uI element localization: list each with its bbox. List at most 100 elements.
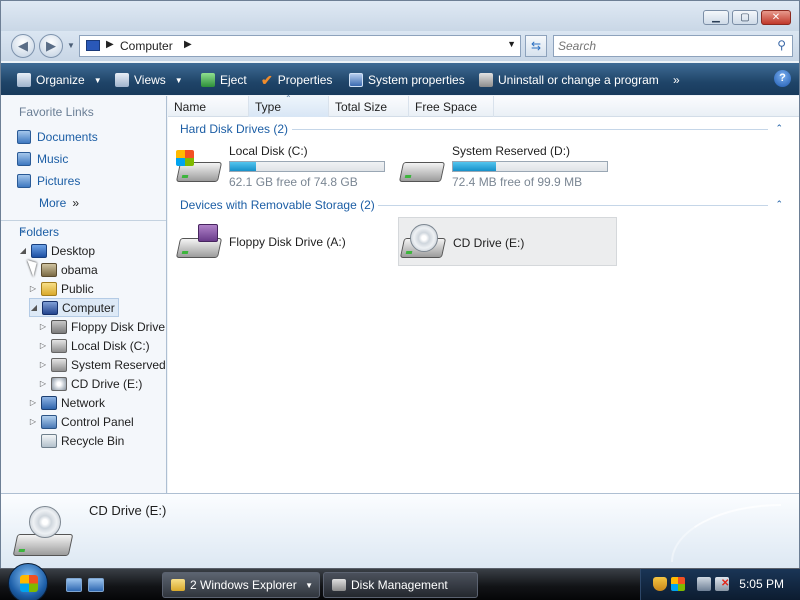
collapsed-arrow-icon[interactable]: ▷	[29, 417, 37, 426]
system-tray: ✕ 5:05 PM	[640, 569, 800, 600]
cd-drive-icon	[399, 224, 447, 262]
checkmark-icon: ✔	[261, 71, 273, 88]
system-properties-button[interactable]: System properties	[349, 71, 465, 89]
windows-logo-icon	[176, 150, 194, 166]
drive-name: CD Drive (E:)	[453, 236, 525, 250]
double-chevron-icon: »	[72, 196, 80, 210]
windows-update-icon[interactable]	[671, 577, 685, 591]
user-folder-icon	[41, 262, 57, 277]
music-icon	[17, 152, 31, 166]
address-dropdown-icon[interactable]: ▼	[507, 39, 516, 49]
drive-floppy-a[interactable]: Floppy Disk Drive (A:)	[175, 220, 396, 264]
taskbar-disk-management[interactable]: Disk Management	[323, 572, 478, 598]
show-desktop-icon[interactable]	[66, 578, 82, 592]
programs-icon	[479, 73, 493, 87]
switch-windows-icon[interactable]	[88, 578, 104, 592]
forward-button[interactable]: ▶	[39, 34, 63, 58]
tree-label: Control Panel	[61, 414, 134, 429]
tree-item-desktop[interactable]: ◢ Desktop	[19, 241, 95, 260]
uninstall-program-button[interactable]: Uninstall or change a program	[479, 71, 659, 89]
volume-muted-icon[interactable]: ✕	[715, 577, 729, 591]
properties-button[interactable]: ✔ Properties	[261, 71, 332, 89]
address-bar[interactable]: ▶ Computer ▶ ▼	[79, 35, 521, 57]
sort-ascending-icon: ⌃	[285, 94, 292, 103]
close-button[interactable]: ✕	[761, 10, 791, 25]
expanded-arrow-icon[interactable]: ◢	[19, 246, 27, 255]
collapsed-arrow-icon[interactable]: ▷	[39, 360, 47, 369]
tree-item-control-panel[interactable]: ▷ Control Panel	[29, 412, 134, 431]
tree-item-system-reserved[interactable]: ▷ System Reserved (	[39, 355, 173, 374]
tree-item-public[interactable]: ▷ Public	[29, 279, 94, 298]
minimize-button[interactable]: ▁	[703, 10, 729, 25]
column-header-name[interactable]: Name	[168, 96, 249, 117]
refresh-button[interactable]: ⇆	[525, 35, 547, 57]
help-button[interactable]: ?	[774, 70, 791, 87]
search-input[interactable]	[558, 37, 768, 55]
drive-cd-e[interactable]: CD Drive (E:)	[398, 217, 617, 266]
recent-pages-dropdown-icon[interactable]: ▼	[67, 41, 75, 50]
cd-disc-icon	[410, 224, 438, 252]
clock[interactable]: 5:05 PM	[739, 577, 784, 591]
network-status-icon[interactable]	[697, 577, 711, 591]
cd-drive-icon	[51, 376, 67, 391]
column-header-total-size[interactable]: Total Size	[329, 96, 409, 117]
maximize-button[interactable]: ▢	[732, 10, 758, 25]
collapsed-arrow-icon[interactable]: ▷	[39, 341, 47, 350]
tree-item-computer[interactable]: ◢ Computer	[29, 298, 119, 317]
tree-item-network[interactable]: ▷ Network	[29, 393, 105, 412]
taskbar-windows-explorer[interactable]: 2 Windows Explorer ▼	[162, 572, 320, 598]
favorite-pictures[interactable]: Pictures	[17, 172, 80, 190]
group-removable-storage[interactable]: Devices with Removable Storage (2)	[180, 198, 375, 212]
navigation-pane: Favorite Links Documents Music Pictures …	[1, 96, 173, 493]
tree-label: Public	[61, 281, 94, 296]
column-header-type[interactable]: ⌃ Type	[249, 94, 329, 117]
security-shield-icon[interactable]	[653, 577, 667, 591]
file-list: Name ⌃ Type Total Size Free Space Hard D…	[168, 94, 799, 493]
search-box[interactable]: ⚲	[553, 35, 793, 57]
tree-item-cd-e[interactable]: ▷ CD Drive (E:)	[39, 374, 142, 393]
breadcrumb-computer[interactable]: Computer	[120, 39, 173, 53]
collapsed-arrow-icon[interactable]: ▷	[39, 379, 47, 388]
windows-logo-icon	[20, 575, 38, 592]
drive-usage-fill	[453, 162, 497, 171]
tree-item-local-c[interactable]: ▷ Local Disk (C:)	[39, 336, 150, 355]
expanded-arrow-icon[interactable]: ◢	[30, 303, 38, 312]
start-button[interactable]	[8, 563, 48, 600]
floppy-drive-icon	[175, 224, 223, 262]
title-bar[interactable]: ▁ ▢ ✕	[1, 1, 799, 31]
overflow-chevron-icon: »	[673, 73, 680, 87]
group-hard-disk-drives[interactable]: Hard Disk Drives (2)	[180, 122, 288, 136]
tree-label: Floppy Disk Drive	[71, 319, 166, 334]
favorites-more-link[interactable]: More »	[39, 194, 79, 212]
eject-button[interactable]: Eject	[201, 71, 247, 89]
collapse-group-icon[interactable]: ⌃	[775, 199, 783, 210]
breadcrumb-arrow-icon[interactable]: ▶	[184, 39, 192, 50]
collapsed-arrow-icon[interactable]: ▷	[39, 322, 47, 331]
hard-disk-icon	[398, 162, 446, 182]
hard-disk-icon	[51, 338, 67, 353]
back-button[interactable]: ◀	[11, 34, 35, 58]
drive-system-reserved-d[interactable]: System Reserved (D:) 72.4 MB free of 99.…	[398, 144, 619, 192]
breadcrumb-arrow-icon[interactable]: ▶	[106, 39, 114, 50]
documents-icon	[17, 130, 31, 144]
chevron-down-icon[interactable]: ⌄	[19, 224, 158, 235]
tree-item-recycle-bin[interactable]: Recycle Bin	[29, 431, 124, 450]
collapsed-arrow-icon[interactable]: ▷	[29, 284, 37, 293]
folders-header[interactable]: Folders ⌄	[1, 220, 166, 240]
collapsed-arrow-icon[interactable]: ▷	[29, 398, 37, 407]
drive-local-c[interactable]: Local Disk (C:) 62.1 GB free of 74.8 GB	[175, 144, 396, 192]
organize-button[interactable]: Organize ▼	[17, 71, 102, 89]
favorite-label: Documents	[37, 130, 98, 144]
drive-free-space: 62.1 GB free of 74.8 GB	[229, 175, 358, 189]
views-button[interactable]: Views ▼	[115, 71, 183, 89]
tree-label: Local Disk (C:)	[71, 338, 150, 353]
tree-item-floppy[interactable]: ▷ Floppy Disk Drive	[39, 317, 165, 336]
favorite-label: Pictures	[37, 174, 81, 188]
toolbar-overflow-button[interactable]: »	[673, 71, 680, 89]
column-header-row: Name ⌃ Type Total Size Free Space	[168, 94, 799, 117]
collapse-group-icon[interactable]: ⌃	[775, 123, 783, 134]
favorite-documents[interactable]: Documents	[17, 128, 98, 146]
search-icon[interactable]: ⚲	[777, 38, 786, 52]
column-header-free-space[interactable]: Free Space	[409, 96, 494, 117]
favorite-music[interactable]: Music	[17, 150, 68, 168]
